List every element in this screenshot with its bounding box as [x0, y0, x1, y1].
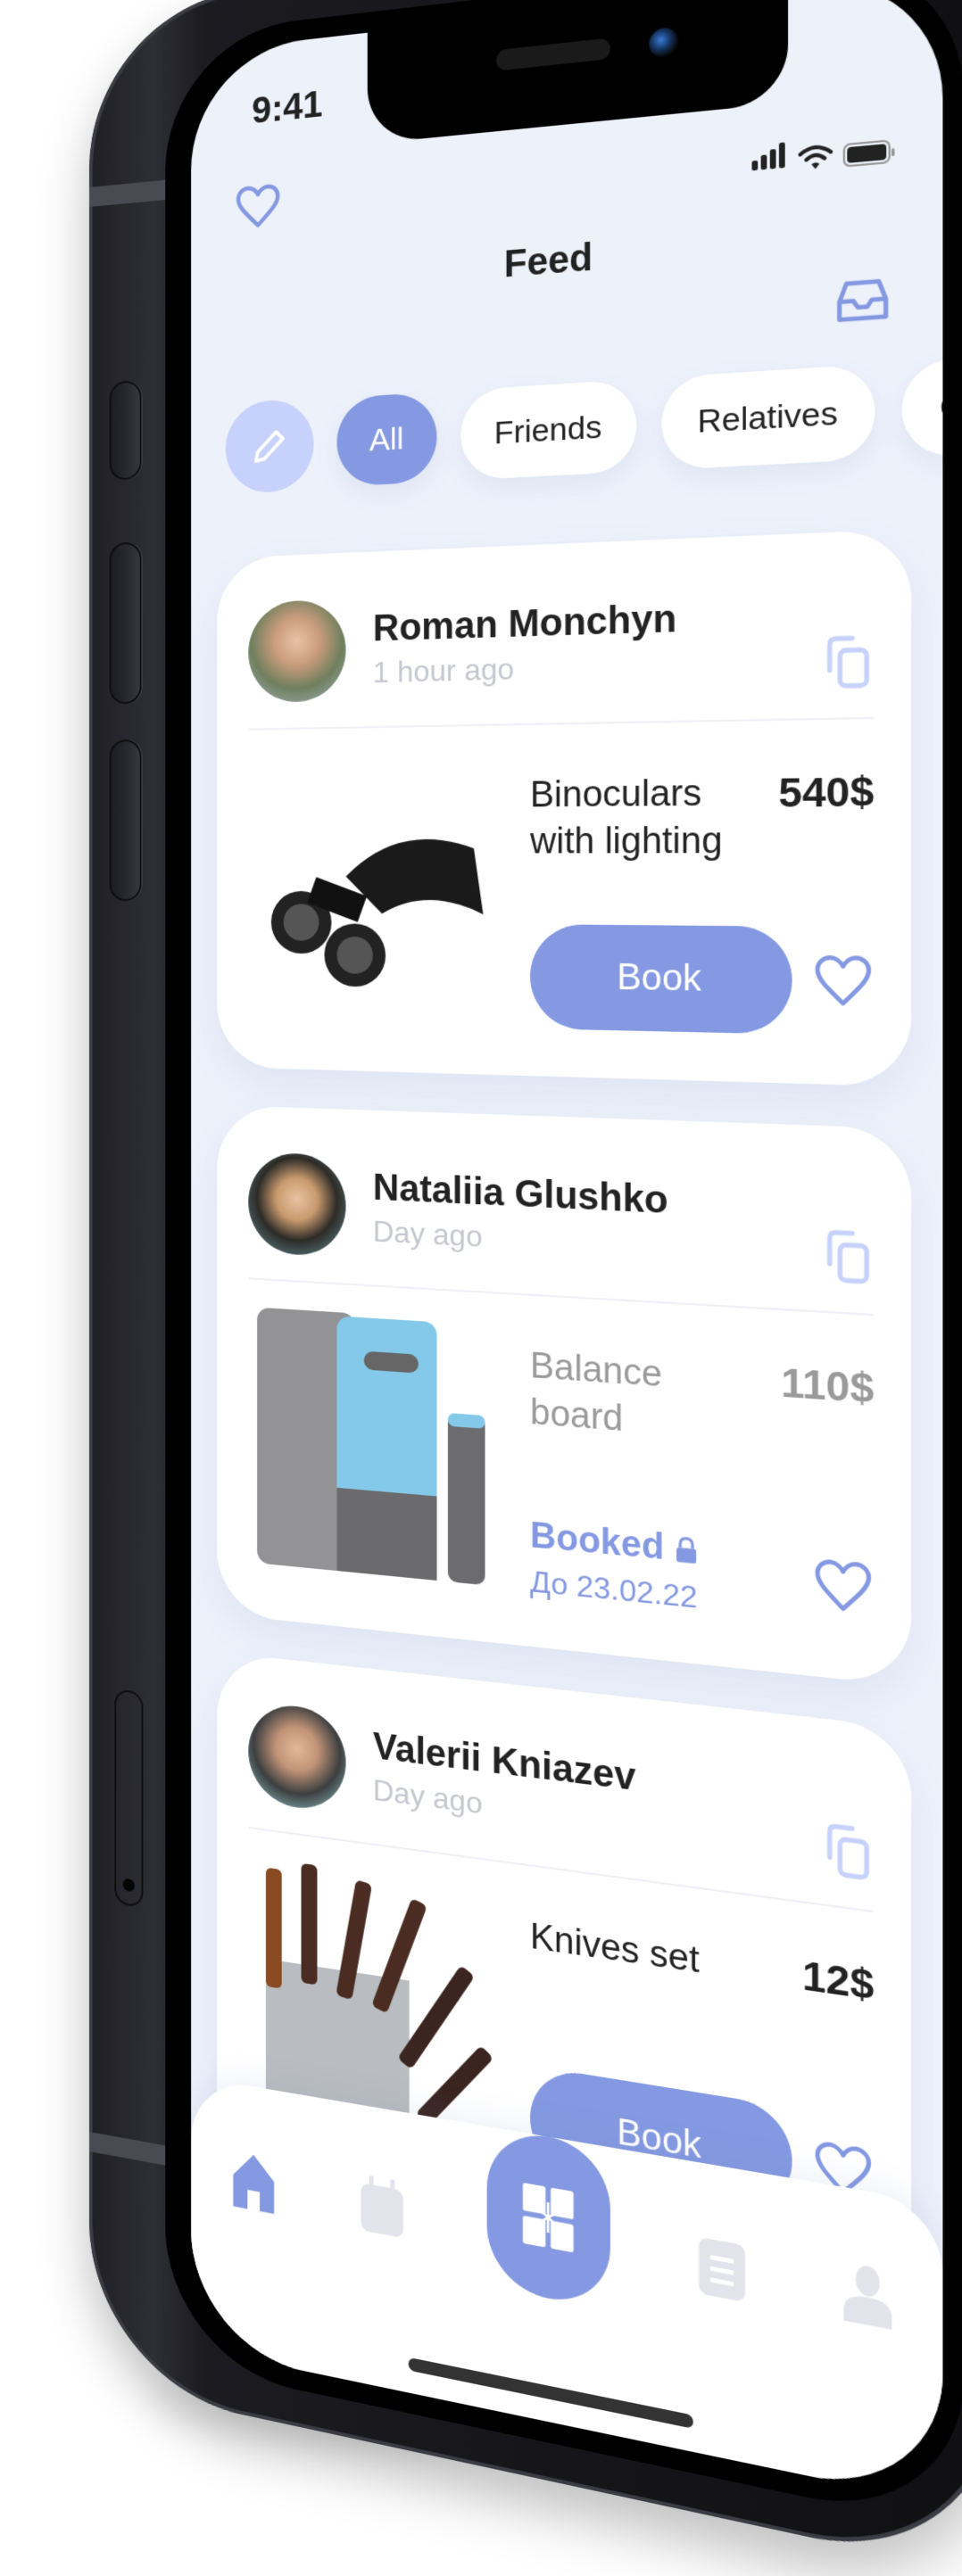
earpiece-speaker: [496, 37, 610, 71]
product-price: 540$: [778, 768, 875, 816]
mute-switch: [109, 380, 142, 481]
home-icon: [233, 2151, 275, 2215]
book-button[interactable]: Book: [530, 924, 792, 1035]
booked-until: До 23.02.22: [530, 1564, 698, 1615]
pencil-icon: [249, 424, 289, 468]
heart-icon[interactable]: [812, 951, 874, 1011]
product-name: Balance board: [530, 1346, 662, 1441]
page-title: Feed: [503, 236, 593, 286]
tab-profile[interactable]: [837, 2255, 899, 2335]
wifi-icon: [798, 143, 833, 169]
copy-icon[interactable]: [823, 1228, 875, 1286]
calendar-icon: [361, 2176, 403, 2239]
signal-icon: [751, 142, 789, 176]
feed-post: Nataliia Glushko Day ago Balance board 1…: [217, 1104, 912, 1687]
battery-icon: [842, 139, 891, 168]
booked-label: Booked: [530, 1515, 665, 1568]
product-name: Knives set: [530, 1916, 700, 1982]
filter-chips: All Friends Relatives Colleagues: [225, 345, 943, 495]
sim-tray: [114, 1688, 144, 1908]
front-camera: [649, 26, 679, 59]
profile-icon: [843, 2264, 892, 2330]
product-image[interactable]: [248, 1298, 502, 1597]
author-name[interactable]: Roman Monchyn: [373, 594, 792, 650]
favorites-heart-icon[interactable]: [235, 180, 282, 234]
product-price: 12$: [801, 1952, 875, 2010]
product-name: Binoculars with lighting: [530, 773, 723, 863]
chip-colleagues[interactable]: Colleagues: [901, 345, 943, 458]
list-icon: [699, 2236, 746, 2303]
tab-calendar[interactable]: [355, 2168, 410, 2243]
feed-post: Roman Monchyn 1 hour ago Binoculars with…: [217, 529, 912, 1087]
inbox-icon[interactable]: [835, 271, 891, 328]
booked-status: Booked До 23.02.22: [530, 1515, 700, 1615]
feed-list: Roman Monchyn 1 hour ago Binoculars with…: [217, 529, 912, 2328]
product-price: 110$: [781, 1358, 875, 1412]
gift-icon: [522, 2182, 574, 2253]
copy-icon[interactable]: [823, 633, 875, 690]
balance-board-image: [257, 1307, 485, 1586]
phone-mockup-stage: 9:41 Feed All Friends Relatives Colleagu…: [0, 0, 962, 2576]
chip-relatives[interactable]: Relatives: [661, 364, 875, 470]
binoculars-image: [270, 838, 484, 987]
avatar[interactable]: [248, 1152, 346, 1258]
volume-down-button: [109, 739, 142, 902]
status-time: 9:41: [252, 84, 323, 132]
phone-device: 9:41 Feed All Friends Relatives Colleagu…: [89, 0, 962, 2576]
chip-all[interactable]: All: [336, 392, 437, 487]
chip-friends[interactable]: Friends: [460, 378, 637, 481]
sim-eject-hole: [122, 1878, 135, 1893]
edit-button[interactable]: [225, 397, 314, 495]
avatar[interactable]: [248, 599, 346, 704]
app-screen: 9:41 Feed All Friends Relatives Colleagu…: [191, 0, 943, 2505]
heart-icon[interactable]: [812, 1554, 874, 1619]
product-image[interactable]: [248, 745, 502, 1028]
tab-gift[interactable]: [486, 2126, 610, 2310]
lock-icon: [674, 1534, 700, 1564]
volume-up-button: [109, 541, 142, 705]
post-time: 1 hour ago: [372, 651, 515, 689]
divider: [248, 716, 875, 731]
tab-home[interactable]: [228, 2146, 280, 2219]
avatar[interactable]: [248, 1700, 346, 1814]
tab-list[interactable]: [692, 2229, 752, 2308]
status-icons: [751, 132, 891, 176]
copy-icon[interactable]: [823, 1821, 875, 1883]
